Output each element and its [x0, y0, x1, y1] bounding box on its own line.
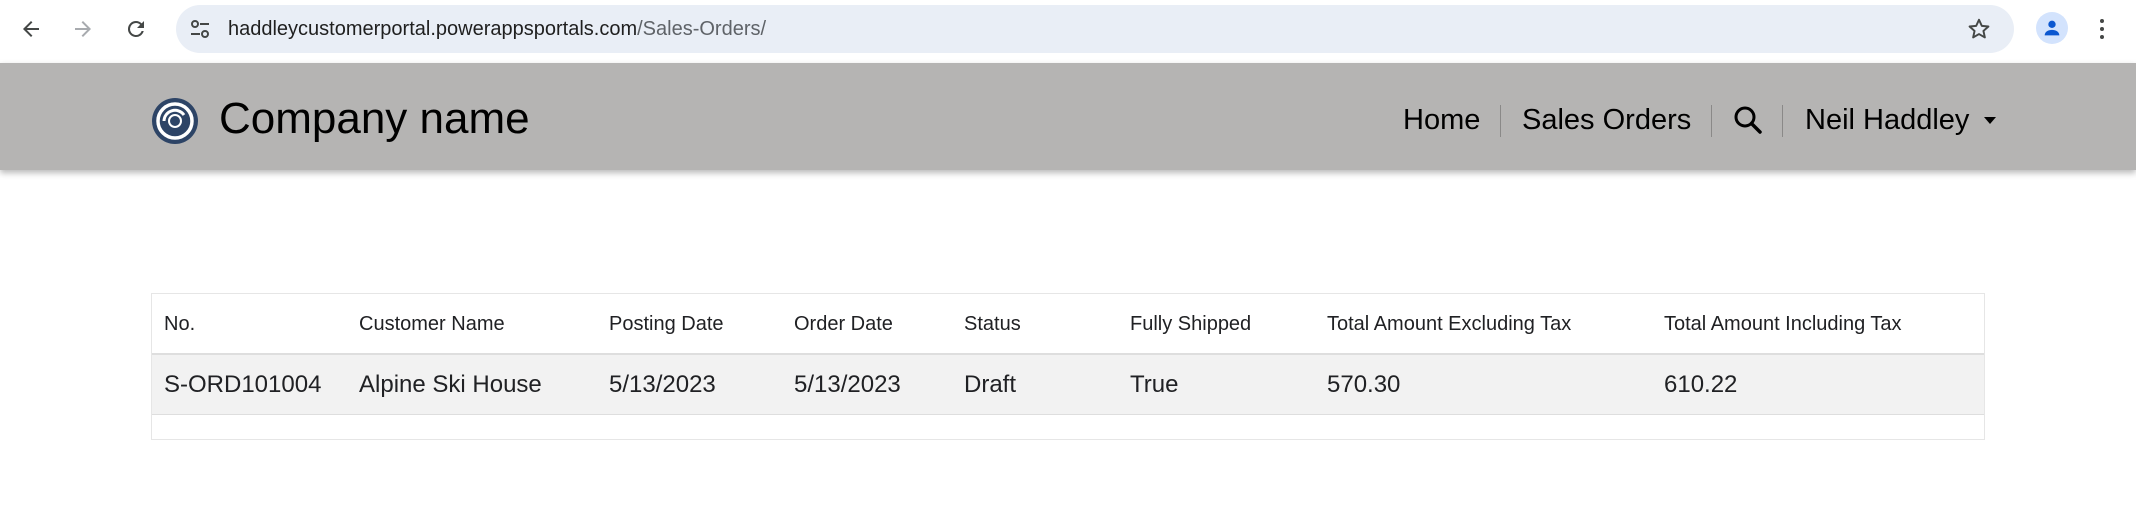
nav-divider — [1782, 105, 1783, 137]
nav-sales-orders[interactable]: Sales Orders — [1522, 100, 1691, 140]
url-text[interactable]: haddleycustomerportal.powerappsportals.c… — [228, 5, 766, 53]
column-header-status[interactable]: Status — [964, 294, 1021, 355]
cell-order-date[interactable]: 5/13/2023 — [794, 355, 901, 415]
column-header-no[interactable]: No. — [164, 294, 195, 355]
address-bar[interactable]: haddleycustomerportal.powerappsportals.c… — [176, 5, 2014, 53]
profile-button[interactable] — [2036, 12, 2068, 44]
site-header: Company name Home Sales Orders Neil Hadd… — [0, 63, 2136, 170]
cell-total-excl-tax[interactable]: 570.30 — [1327, 355, 1400, 415]
table-row[interactable]: S-ORD101004 Alpine Ski House 5/13/2023 5… — [152, 355, 1984, 415]
sales-orders-table: No. Customer Name Posting Date Order Dat… — [151, 293, 1985, 440]
column-header-customer-name[interactable]: Customer Name — [359, 294, 505, 355]
nav-divider — [1500, 105, 1501, 137]
back-button[interactable] — [14, 12, 48, 46]
arrow-forward-icon — [75, 21, 91, 37]
person-icon — [2044, 20, 2060, 36]
user-menu[interactable]: Neil Haddley — [1805, 100, 1969, 140]
forward-button[interactable] — [66, 12, 100, 46]
column-header-posting-date[interactable]: Posting Date — [609, 294, 724, 355]
reload-icon — [127, 20, 144, 37]
search-icon[interactable] — [1732, 104, 1764, 136]
company-name[interactable]: Company name — [219, 93, 530, 145]
url-host: haddleycustomerportal.powerappsportals.c… — [228, 18, 638, 40]
column-header-total-incl-tax[interactable]: Total Amount Including Tax — [1664, 294, 1902, 355]
arrow-back-icon — [23, 21, 39, 37]
tune-icon[interactable] — [188, 17, 212, 41]
cell-customer-name[interactable]: Alpine Ski House — [359, 355, 542, 415]
cell-posting-date[interactable]: 5/13/2023 — [609, 355, 716, 415]
url-path: /Sales-Orders/ — [637, 18, 767, 40]
cell-status[interactable]: Draft — [964, 355, 1016, 415]
cell-no[interactable]: S-ORD101004 — [164, 355, 321, 415]
column-header-fully-shipped[interactable]: Fully Shipped — [1130, 294, 1251, 355]
reload-button[interactable] — [119, 12, 153, 46]
column-header-total-excl-tax[interactable]: Total Amount Excluding Tax — [1327, 294, 1571, 355]
more-vert-icon[interactable] — [2092, 12, 2112, 46]
column-header-order-date[interactable]: Order Date — [794, 294, 893, 355]
table-header-row: No. Customer Name Posting Date Order Dat… — [152, 294, 1984, 355]
cell-fully-shipped[interactable]: True — [1130, 355, 1178, 415]
nav-home[interactable]: Home — [1403, 100, 1480, 140]
star-icon[interactable] — [1966, 16, 1992, 42]
company-logo-icon[interactable] — [150, 96, 200, 146]
chevron-down-icon[interactable] — [1984, 117, 1996, 124]
cell-total-incl-tax[interactable]: 610.22 — [1664, 355, 1737, 415]
nav-divider — [1711, 105, 1712, 137]
browser-toolbar: haddleycustomerportal.powerappsportals.c… — [0, 0, 2136, 63]
